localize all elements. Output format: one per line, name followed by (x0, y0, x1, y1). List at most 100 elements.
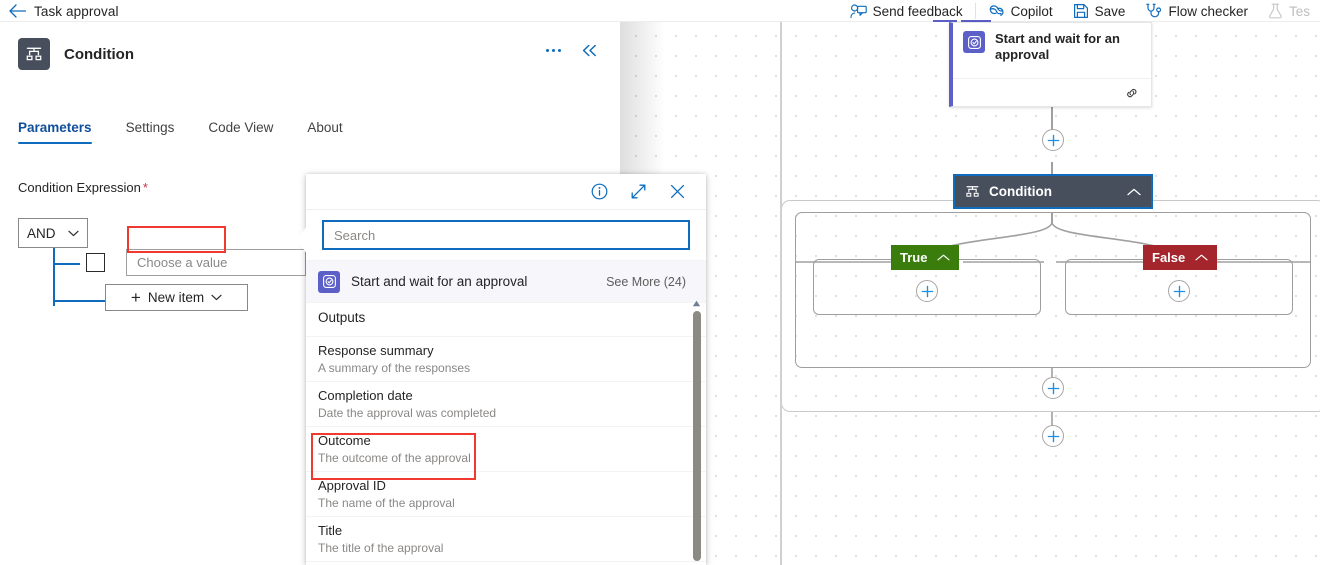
copilot-button[interactable]: Copilot (978, 0, 1063, 22)
condition-expression-label-text: Condition Expression (18, 180, 141, 195)
scrollbar-thumb[interactable] (692, 311, 701, 561)
save-button[interactable]: Save (1063, 0, 1136, 22)
list-item-title: Response summary (318, 343, 434, 358)
logical-operator-dropdown[interactable]: AND (18, 218, 88, 248)
outputs-section-title: Outputs (306, 299, 706, 337)
builder-tree-trunk (53, 248, 55, 306)
expand-diagonal-icon[interactable] (630, 183, 647, 200)
list-item[interactable]: Title The title of the approval (306, 517, 706, 562)
list-item[interactable]: Response summary A summary of the respon… (306, 337, 706, 382)
chevron-up-icon (1195, 254, 1208, 261)
list-item-title: Outcome (318, 433, 371, 448)
condition-builder: AND Choose a value + New item (18, 218, 322, 311)
flow-checker-label: Flow checker (1168, 3, 1248, 19)
save-disk-icon (1073, 3, 1089, 19)
panel-title: Condition (64, 45, 134, 63)
condition-branch-icon (18, 38, 50, 70)
flyout-group-header[interactable]: Start and wait for an approval See More … (306, 260, 706, 303)
tab-code-view[interactable]: Code View (208, 120, 273, 144)
approval-node-title: Start and wait for an approval (995, 31, 1120, 62)
list-item-description: The outcome of the approval (318, 451, 471, 465)
list-item[interactable]: Completion date Date the approval was co… (306, 382, 706, 427)
list-item[interactable]: Outcome The outcome of the approval (306, 427, 706, 472)
toolbar-divider (974, 3, 976, 19)
panel-header: Condition (18, 38, 134, 70)
flyout-toolbar (306, 174, 706, 210)
back-arrow-icon[interactable] (4, 4, 30, 18)
branch-badge-true[interactable]: True (891, 245, 960, 270)
ellipsis-icon (546, 49, 561, 52)
send-feedback-button[interactable]: Send feedback (840, 0, 973, 22)
link-chain-icon[interactable] (1125, 87, 1139, 99)
canvas-left-divider (780, 22, 782, 565)
list-item[interactable]: Approval ID The name of the approval (306, 472, 706, 517)
builder-tree-branch-row (53, 263, 80, 265)
tab-about[interactable]: About (307, 120, 342, 144)
search-input[interactable]: Search (322, 220, 690, 250)
flow-checker-button[interactable]: Flow checker (1135, 0, 1258, 22)
flow-title: Task approval (34, 3, 119, 19)
flask-icon (1268, 3, 1283, 19)
node-start-and-wait-for-an-approval[interactable]: Start and wait for an approval (949, 22, 1152, 107)
scroll-up-arrow-icon[interactable] (692, 299, 701, 307)
branch-true-label: True (900, 250, 928, 265)
toolbar-left-group: Task approval (0, 4, 119, 19)
stethoscope-icon (1145, 3, 1162, 19)
dynamic-content-list[interactable]: Outputs Response summary A summary of th… (306, 299, 706, 565)
collapse-panel-button[interactable] (581, 44, 598, 57)
approval-icon (318, 270, 340, 293)
see-more-button[interactable]: See More (24) (606, 275, 686, 289)
add-step-bottom[interactable] (1042, 425, 1064, 447)
add-action-false-branch[interactable] (1168, 280, 1190, 302)
toolbar-right-group: Send feedback Copilot Save Flow checker … (840, 0, 1320, 22)
list-item-description: The title of the approval (318, 541, 444, 555)
chevron-down-icon (68, 230, 79, 237)
condition-expression-label: Condition Expression * (18, 180, 148, 195)
condition-node-label: Condition (989, 184, 1052, 199)
dynamic-content-flyout: Search Start and wait for an approval Se… (306, 174, 706, 565)
condition-branch-icon (965, 184, 980, 199)
top-toolbar: Task approval Send feedback Copilot Save… (0, 0, 1320, 23)
new-item-button[interactable]: + New item (105, 284, 248, 311)
flyout-search-area: Search (306, 210, 706, 260)
list-item-description: The name of the approval (318, 496, 455, 510)
choose-a-value-input[interactable]: Choose a value (126, 249, 306, 276)
panel-tabs: Parameters Settings Code View About (18, 120, 343, 144)
test-label: Tes (1288, 3, 1310, 19)
close-x-icon[interactable] (669, 183, 686, 200)
branch-badge-false[interactable]: False (1143, 245, 1218, 270)
builder-tree-branch-new (53, 300, 105, 302)
add-action-true-branch[interactable] (916, 280, 938, 302)
approval-node-footer (953, 78, 1151, 106)
more-options-button[interactable] (546, 49, 561, 52)
flyout-scrollbar[interactable] (690, 299, 702, 565)
person-feedback-icon (849, 3, 867, 19)
copilot-icon (988, 4, 1005, 19)
add-step-between-approval-and-condition[interactable] (1042, 129, 1064, 151)
see-more-count: (24) (663, 274, 686, 289)
add-step-after-condition[interactable] (1042, 377, 1064, 399)
condition-row-checkbox[interactable] (86, 253, 105, 272)
list-item-title: Completion date (318, 388, 413, 403)
save-label: Save (1094, 3, 1126, 19)
send-feedback-label: Send feedback (872, 3, 963, 19)
list-item-title: Title (318, 523, 343, 538)
tab-parameters[interactable]: Parameters (18, 120, 92, 144)
chevron-up-icon (937, 254, 951, 261)
test-button[interactable]: Tes (1258, 0, 1320, 22)
double-chevron-left-icon (582, 44, 596, 57)
list-item-title: Approval ID (318, 478, 386, 493)
chevron-down-icon (211, 294, 222, 301)
node-condition[interactable]: Condition (953, 174, 1153, 209)
copilot-label: Copilot (1010, 3, 1053, 19)
new-item-label: New item (147, 290, 205, 305)
info-circle-icon[interactable] (591, 183, 608, 200)
tab-settings[interactable]: Settings (126, 120, 175, 144)
app-root: Task approval Send feedback Copilot Save… (0, 0, 1320, 565)
approval-icon (963, 31, 985, 53)
branch-false-label: False (1152, 250, 1186, 265)
logical-operator-value: AND (27, 225, 56, 241)
flyout-group-name: Start and wait for an approval (351, 274, 528, 289)
chevron-up-icon[interactable] (1127, 188, 1141, 196)
panel-header-actions (546, 44, 598, 57)
